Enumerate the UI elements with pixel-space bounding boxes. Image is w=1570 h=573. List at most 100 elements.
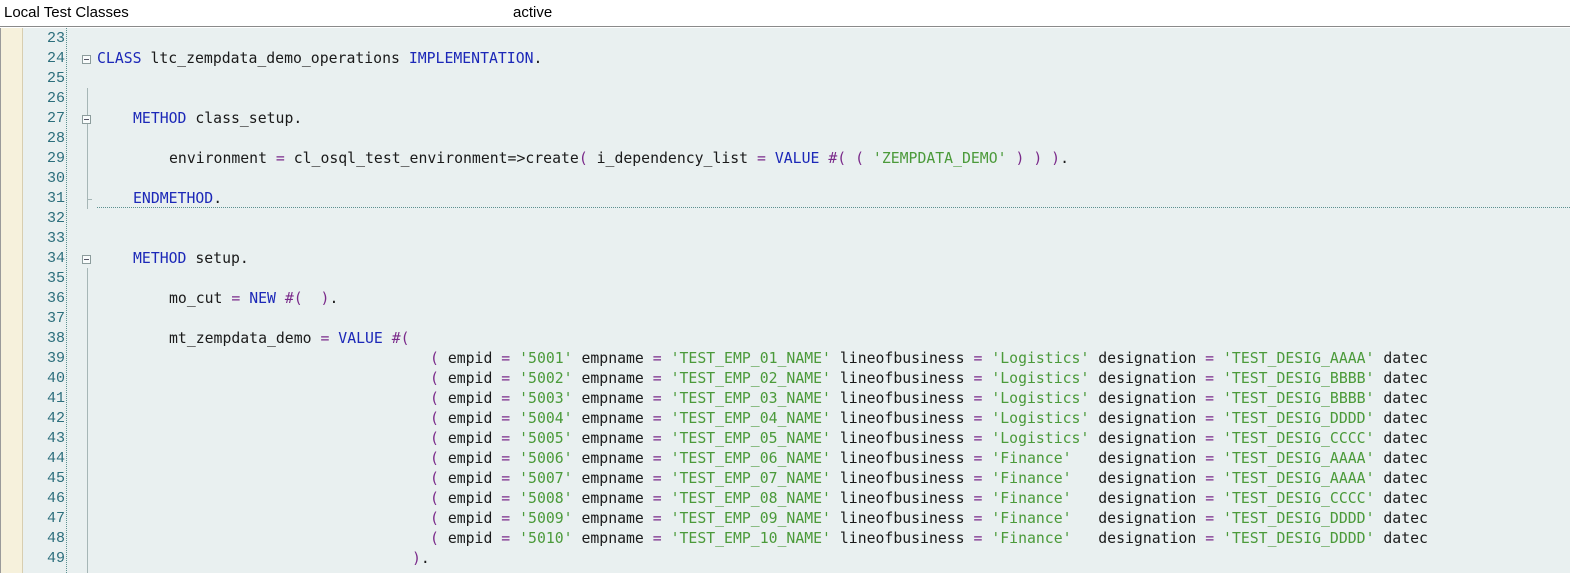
code-line[interactable]: 36 mo_cut = NEW #( ). — [0, 289, 1570, 309]
code-line[interactable]: 39 ( empid = '5001' empname = 'TEST_EMP_0… — [0, 349, 1570, 369]
code-line[interactable]: 45 ( empid = '5007' empname = 'TEST_EMP_0… — [0, 469, 1570, 489]
code-line[interactable]: 38 mt_zempdata_demo = VALUE #( — [0, 329, 1570, 349]
code-line[interactable]: 48 ( empid = '5010' empname = 'TEST_EMP_1… — [0, 529, 1570, 549]
operator-token: = — [501, 470, 511, 487]
code-text: mt_zempdata_demo = VALUE #( — [169, 329, 410, 349]
code-line[interactable]: 33 — [0, 229, 1570, 249]
keyword-token: ENDMETHOD — [133, 190, 214, 207]
code-line[interactable]: 43 ( empid = '5005' empname = 'TEST_EMP_0… — [0, 429, 1570, 449]
operator-token: = — [652, 510, 662, 527]
operator-token: = — [652, 530, 662, 547]
operator-token: = — [1205, 390, 1215, 407]
text-token: designation — [1071, 510, 1206, 527]
code-line[interactable]: 49). — [0, 549, 1570, 569]
operator-token: #( — [828, 150, 847, 167]
code-line[interactable]: 41 ( empid = '5003' empname = 'TEST_EMP_0… — [0, 389, 1570, 409]
string-token: 'Finance' — [991, 510, 1072, 527]
string-token: 'Finance' — [991, 490, 1072, 507]
line-number: 23 — [46, 30, 65, 47]
string-token: 'Logistics' — [991, 350, 1090, 367]
code-line[interactable]: 27 METHOD class_setup. — [0, 109, 1570, 129]
operator-token: = — [501, 410, 511, 427]
line-number: 36 — [46, 290, 65, 307]
code-line[interactable]: 30 — [0, 169, 1570, 189]
line-number: 35 — [46, 270, 65, 287]
operator-token: = — [652, 470, 662, 487]
line-number: 34 — [46, 250, 65, 267]
code-line[interactable]: 32 — [0, 209, 1570, 229]
line-number: 26 — [46, 90, 65, 107]
line-number: 28 — [46, 130, 65, 147]
operator-token: ( — [430, 370, 439, 387]
code-text: ( empid = '5002' empname = 'TEST_EMP_02_… — [430, 369, 1428, 389]
code-line[interactable]: 23 — [0, 29, 1570, 49]
code-text: ( empid = '5004' empname = 'TEST_EMP_04_… — [430, 409, 1428, 429]
code-line[interactable]: 47 ( empid = '5009' empname = 'TEST_EMP_0… — [0, 509, 1570, 529]
operator-token: = — [501, 430, 511, 447]
text-token: ltc_zempdata_demo_operations — [141, 50, 409, 67]
line-number: 47 — [46, 510, 65, 527]
text-token: empid — [438, 470, 502, 487]
text-token: designation — [1089, 370, 1206, 387]
code-text: ). — [412, 549, 430, 569]
code-line[interactable]: 25 — [0, 69, 1570, 89]
text-token: designation — [1089, 350, 1206, 367]
line-number: 44 — [46, 450, 65, 467]
string-token: 'TEST_DESIG_CCCC' — [1223, 430, 1375, 447]
code-line[interactable]: 46 ( empid = '5008' empname = 'TEST_EMP_0… — [0, 489, 1570, 509]
code-text: mo_cut = NEW #( ). — [169, 289, 338, 309]
operator-token: = — [1205, 350, 1215, 367]
line-number: 25 — [46, 70, 65, 87]
string-token: '5008' — [519, 490, 573, 507]
string-token: 'Logistics' — [991, 370, 1090, 387]
code-line[interactable]: 42 ( empid = '5004' empname = 'TEST_EMP_0… — [0, 409, 1570, 429]
line-number: 49 — [46, 550, 65, 567]
code-line[interactable]: 28 — [0, 129, 1570, 149]
keyword-token: CLASS — [97, 50, 142, 67]
code-line[interactable]: 35 — [0, 269, 1570, 289]
code-line[interactable]: 24 CLASS ltc_zempdata_demo_operations IMP… — [0, 49, 1570, 69]
code-line[interactable]: 37 — [0, 309, 1570, 329]
keyword-token: METHOD — [133, 250, 187, 267]
code-line[interactable]: 34 METHOD setup. — [0, 249, 1570, 269]
code-line[interactable]: 26 — [0, 89, 1570, 109]
collapse-toggle-icon[interactable] — [82, 255, 91, 264]
text-token: empid — [438, 450, 502, 467]
code-line[interactable]: 29 environment = cl_osql_test_environment… — [0, 149, 1570, 169]
string-token: '5001' — [519, 350, 573, 367]
editor-title: Local Test Classes — [4, 4, 129, 21]
string-token: '5002' — [519, 370, 573, 387]
operator-token: = — [501, 370, 511, 387]
code-editor[interactable]: 23 24 CLASS ltc_zempdata_demo_operations I… — [0, 28, 1570, 573]
operator-token: = — [231, 290, 241, 307]
text-token: designation — [1089, 390, 1206, 407]
text-token: lineofbusiness — [830, 370, 974, 387]
line-number: 42 — [46, 410, 65, 427]
operator-token: = — [1205, 450, 1215, 467]
code-line[interactable]: 31 ENDMETHOD. — [0, 189, 1570, 209]
code-text: ( empid = '5006' empname = 'TEST_EMP_06_… — [430, 449, 1428, 469]
code-text: environment = cl_osql_test_environment=>… — [169, 149, 1069, 169]
operator-token: = — [501, 350, 511, 367]
text-token: empname — [572, 410, 653, 427]
code-text: ( empid = '5005' empname = 'TEST_EMP_05_… — [430, 429, 1428, 449]
operator-token: = — [1205, 490, 1215, 507]
operator-token: ( — [430, 390, 439, 407]
string-token: 'TEST_EMP_03_NAME' — [670, 390, 831, 407]
code-line[interactable]: 44 ( empid = '5006' empname = 'TEST_EMP_0… — [0, 449, 1570, 469]
collapse-toggle-icon[interactable] — [82, 115, 91, 124]
collapse-toggle-icon[interactable] — [82, 55, 91, 64]
operator-token: = — [652, 490, 662, 507]
code-line[interactable]: 40 ( empid = '5002' empname = 'TEST_EMP_0… — [0, 369, 1570, 389]
text-token: . — [420, 550, 430, 567]
